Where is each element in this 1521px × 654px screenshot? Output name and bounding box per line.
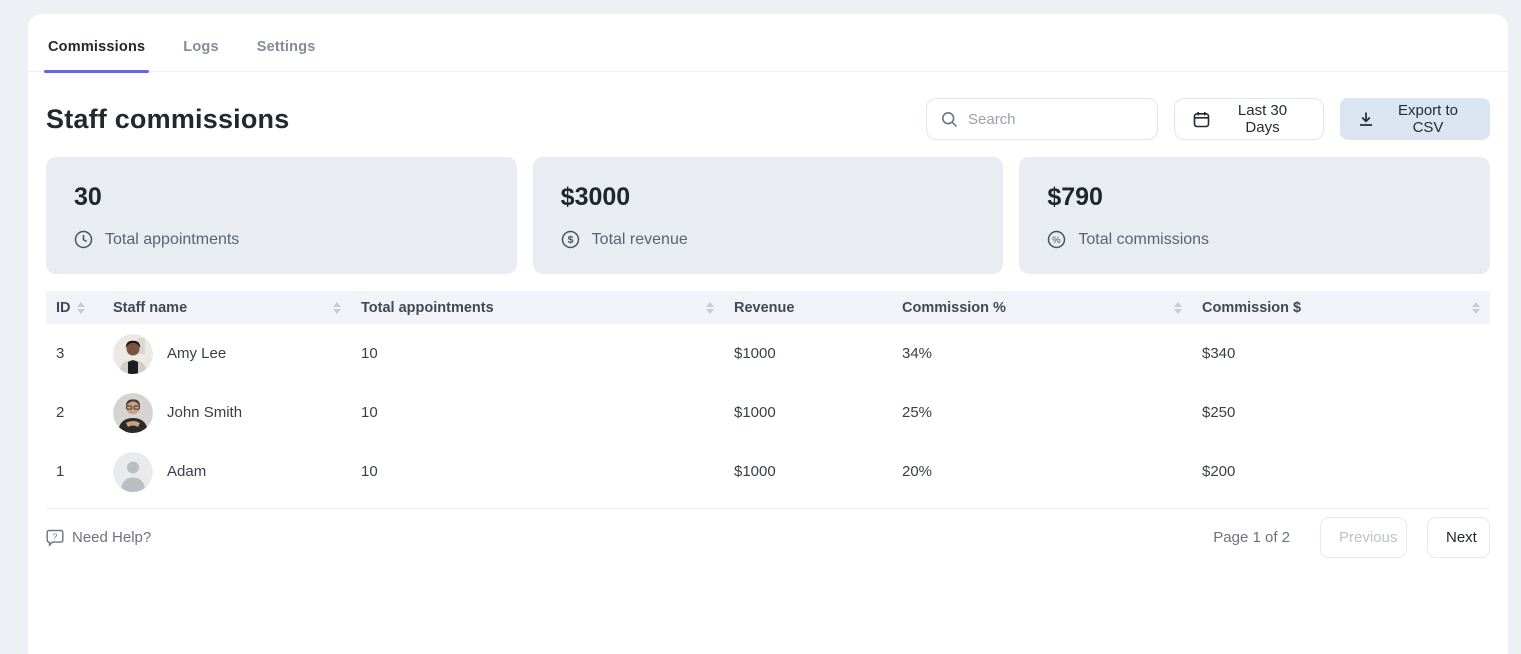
cell-commission-pct: 34% bbox=[892, 345, 1192, 362]
svg-text:$: $ bbox=[567, 234, 573, 246]
page-header: Staff commissions bbox=[46, 98, 1490, 140]
previous-page-button[interactable]: Previous bbox=[1320, 517, 1407, 558]
cell-staff-name: Amy Lee bbox=[103, 334, 351, 374]
cell-id: 3 bbox=[46, 345, 103, 362]
cell-revenue: $1000 bbox=[724, 404, 892, 421]
table-header-row: ID Staff name Total appointments Revenue… bbox=[46, 291, 1490, 324]
cell-revenue: $1000 bbox=[724, 345, 892, 362]
sort-icon[interactable] bbox=[1174, 302, 1182, 314]
stat-card-total-revenue: $3000 $ Total revenue bbox=[533, 157, 1004, 274]
cell-commission-pct: 20% bbox=[892, 463, 1192, 480]
clock-icon bbox=[74, 230, 93, 249]
table-row[interactable]: 2 John Smith bbox=[46, 383, 1490, 442]
stat-card-total-commissions: $790 % Total commissions bbox=[1019, 157, 1490, 274]
column-header-commission-pct[interactable]: Commission % bbox=[892, 300, 1192, 316]
page-info: Page 1 of 2 bbox=[1213, 529, 1290, 546]
cell-staff-name: John Smith bbox=[103, 393, 351, 433]
percent-circle-icon: % bbox=[1047, 230, 1066, 249]
column-header-revenue[interactable]: Revenue bbox=[724, 300, 892, 316]
stat-label: Total appointments bbox=[105, 231, 239, 249]
help-bubble-icon: ? bbox=[46, 529, 64, 547]
tab-settings[interactable]: Settings bbox=[255, 39, 318, 71]
next-page-button[interactable]: Next bbox=[1427, 517, 1490, 558]
staff-name: Adam bbox=[167, 463, 206, 480]
cell-appointments: 10 bbox=[351, 463, 724, 480]
column-header-id[interactable]: ID bbox=[46, 300, 103, 316]
tab-bar: Commissions Logs Settings bbox=[28, 14, 1508, 72]
dollar-circle-icon: $ bbox=[561, 230, 580, 249]
stat-label: Total revenue bbox=[592, 231, 688, 249]
search-input[interactable] bbox=[968, 111, 1143, 128]
cell-commission-pct: 25% bbox=[892, 404, 1192, 421]
search-icon bbox=[941, 111, 958, 128]
table-row[interactable]: 3 Amy Lee 10 $1000 bbox=[46, 324, 1490, 383]
cell-revenue: $1000 bbox=[724, 463, 892, 480]
cell-commission-usd: $340 bbox=[1192, 345, 1490, 362]
search-box[interactable] bbox=[926, 98, 1158, 140]
cell-staff-name: Adam bbox=[103, 452, 351, 492]
sort-icon[interactable] bbox=[706, 302, 714, 314]
stat-cards: 30 Total appointments $3000 bbox=[46, 157, 1490, 274]
table-row[interactable]: 1 Adam 10 $1000 20% $200 bbox=[46, 442, 1490, 501]
cell-commission-usd: $250 bbox=[1192, 404, 1490, 421]
cell-appointments: 10 bbox=[351, 404, 724, 421]
cell-id: 1 bbox=[46, 463, 103, 480]
column-header-staff-name[interactable]: Staff name bbox=[103, 300, 351, 316]
tab-commissions[interactable]: Commissions bbox=[46, 39, 147, 71]
cell-id: 2 bbox=[46, 404, 103, 421]
tab-logs[interactable]: Logs bbox=[181, 39, 220, 71]
staff-name: John Smith bbox=[167, 404, 242, 421]
stat-label: Total commissions bbox=[1078, 231, 1209, 249]
main-panel: Commissions Logs Settings Staff commissi… bbox=[28, 14, 1508, 654]
svg-text:%: % bbox=[1053, 235, 1062, 246]
sort-icon[interactable] bbox=[333, 302, 341, 314]
export-csv-button[interactable]: Export to CSV bbox=[1340, 98, 1490, 140]
column-header-commission-usd[interactable]: Commission $ bbox=[1192, 300, 1490, 316]
date-range-button[interactable]: Last 30 Days bbox=[1174, 98, 1324, 140]
download-icon bbox=[1358, 111, 1374, 127]
stat-value: $3000 bbox=[561, 183, 976, 212]
header-controls: Last 30 Days Export to CSV bbox=[926, 98, 1490, 140]
sort-icon[interactable] bbox=[1472, 302, 1480, 314]
avatar bbox=[113, 393, 153, 433]
pagination: Page 1 of 2 Previous Next bbox=[1213, 517, 1490, 558]
column-header-total-appointments[interactable]: Total appointments bbox=[351, 300, 724, 316]
page-title: Staff commissions bbox=[46, 104, 289, 135]
stat-card-total-appointments: 30 Total appointments bbox=[46, 157, 517, 274]
cell-appointments: 10 bbox=[351, 345, 724, 362]
stat-value: 30 bbox=[74, 183, 489, 212]
date-range-label: Last 30 Days bbox=[1220, 102, 1305, 136]
sort-icon[interactable] bbox=[77, 302, 85, 314]
table-footer: ? Need Help? Page 1 of 2 Previous Next bbox=[46, 508, 1490, 566]
avatar bbox=[113, 452, 153, 492]
commissions-table: ID Staff name Total appointments Revenue… bbox=[46, 291, 1490, 501]
svg-text:?: ? bbox=[53, 531, 58, 541]
cell-commission-usd: $200 bbox=[1192, 463, 1490, 480]
need-help-link[interactable]: ? Need Help? bbox=[46, 529, 151, 547]
calendar-icon bbox=[1193, 111, 1210, 128]
staff-name: Amy Lee bbox=[167, 345, 226, 362]
export-csv-label: Export to CSV bbox=[1384, 102, 1472, 136]
stat-value: $790 bbox=[1047, 183, 1462, 212]
avatar bbox=[113, 334, 153, 374]
need-help-label: Need Help? bbox=[72, 529, 151, 546]
